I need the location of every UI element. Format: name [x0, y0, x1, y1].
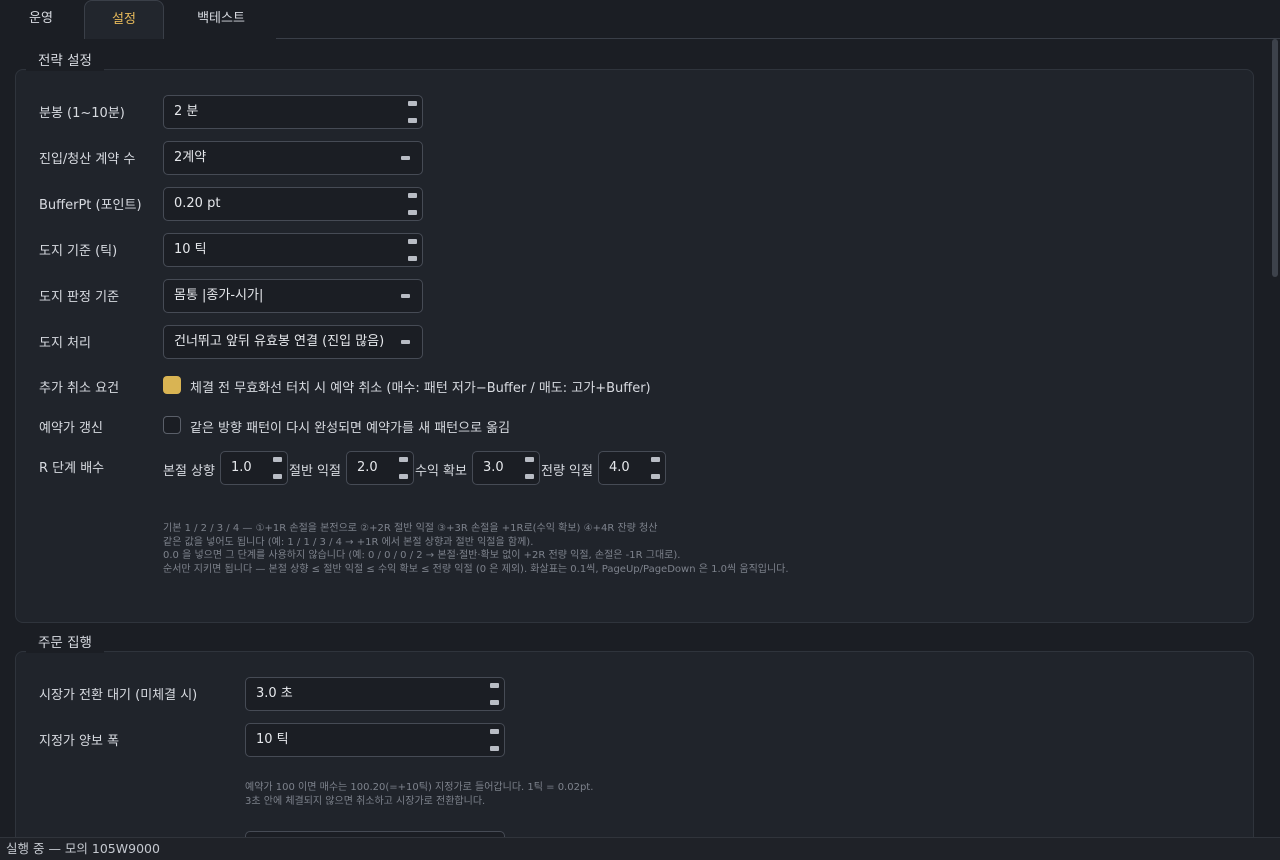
step-up-icon[interactable]	[651, 457, 660, 462]
buffer-stepper[interactable]	[406, 191, 418, 217]
cancel-checkbox-text[interactable]: 체결 전 무효화선 터치 시 예약 취소 (매수: 패턴 저가−Buffer /…	[190, 377, 651, 396]
r-step-value: 1.0	[231, 460, 252, 475]
r-step-value: 2.0	[357, 460, 378, 475]
limit-offset-label: 지정가 양보 폭	[39, 734, 120, 749]
doji-basis-dropdown[interactable]: 몸통 |종가-시가|	[163, 279, 423, 313]
r-steps-hint-line: 같은 값을 넣어도 됩니다 (예: 1 / 1 / 3 / 4 → +1R 에서…	[163, 536, 534, 548]
step-down-icon[interactable]	[408, 118, 417, 123]
doji-handling-dropdown[interactable]: 건너뛰고 앞뒤 유효봉 연결 (진입 많음)	[163, 325, 423, 359]
step-down-icon[interactable]	[408, 210, 417, 215]
step-up-icon[interactable]	[490, 729, 499, 734]
r-step-value: 3.0	[483, 460, 504, 475]
r-step-name: 절반 익절	[289, 464, 341, 479]
refresh-checkbox-text[interactable]: 같은 방향 패턴이 다시 완성되면 예약가를 새 패턴으로 옮김	[190, 417, 510, 436]
r-steps-hint-line: 0.0 을 넣으면 그 단계를 사용하지 않습니다 (예: 0 / 0 / 0 …	[163, 550, 681, 562]
r-step-name: 전량 익절	[541, 464, 593, 479]
r-step-secure-spinbox[interactable]: 3.0	[472, 451, 540, 485]
tab-settings[interactable]: 설정	[84, 0, 164, 39]
step-down-icon[interactable]	[399, 474, 408, 479]
step-up-icon[interactable]	[408, 239, 417, 244]
market-wait-label: 시장가 전환 대기 (미체결 시)	[39, 688, 198, 703]
dropdown-arrow-icon	[401, 294, 410, 298]
tab-bar: 운영 설정 백테스트	[0, 0, 1280, 39]
order-group-title: 주문 집행	[26, 633, 104, 653]
step-down-icon[interactable]	[651, 474, 660, 479]
order-group	[15, 651, 1254, 837]
step-up-icon[interactable]	[525, 457, 534, 462]
r-step-stepper[interactable]	[397, 455, 409, 481]
doji-handling-label: 도지 처리	[39, 336, 91, 351]
strategy-group-title: 전략 설정	[26, 51, 104, 71]
r-steps-hint-line: 순서만 지키면 됩니다 — 본절 상향 ≤ 절반 익절 ≤ 수익 확보 ≤ 전량…	[163, 563, 789, 575]
r-step-name: 수익 확보	[415, 464, 467, 479]
cancel-label: 추가 취소 요건	[39, 381, 120, 396]
r-steps-hint-line: 기본 1 / 2 / 3 / 4 — ①+1R 손절을 본전으로 ②+2R 절반…	[163, 523, 658, 534]
tab-backtest[interactable]: 백테스트	[166, 0, 276, 38]
step-up-icon[interactable]	[399, 457, 408, 462]
dropdown-arrow-icon	[401, 156, 410, 160]
cancel-checkbox[interactable]	[163, 376, 181, 394]
settings-content: 전략 설정 분봉 (1~10분) 2 분 진입/청산 계약 수 2계약 Buff…	[0, 39, 1270, 837]
doji-basis-value: 몸통 |종가-시가|	[174, 288, 264, 303]
r-step-stepper[interactable]	[649, 455, 661, 481]
vertical-scrollbar[interactable]	[1270, 39, 1280, 837]
bar-value: 2 분	[174, 104, 199, 119]
buffer-label: BufferPt (포인트)	[39, 198, 142, 213]
dropdown-arrow-icon	[401, 340, 410, 344]
limit-offset-value: 10 틱	[256, 732, 289, 747]
step-down-icon[interactable]	[408, 256, 417, 261]
buffer-spinbox[interactable]: 0.20 pt	[163, 187, 423, 221]
refresh-checkbox[interactable]	[163, 416, 181, 434]
r-step-name: 본절 상향	[163, 464, 215, 479]
limit-offset-spinbox[interactable]: 10 틱	[245, 723, 505, 757]
r-step-stepper[interactable]	[523, 455, 535, 481]
contracts-dropdown[interactable]: 2계약	[163, 141, 423, 175]
doji-ticks-value: 10 틱	[174, 242, 207, 257]
tab-operation[interactable]: 운영	[0, 0, 82, 38]
r-step-breakeven-spinbox[interactable]: 1.0	[220, 451, 288, 485]
r-step-value: 4.0	[609, 460, 630, 475]
step-down-icon[interactable]	[490, 746, 499, 751]
limit-offset-stepper[interactable]	[488, 727, 500, 753]
status-text: 실행 중 — 모의 105W9000	[6, 841, 160, 856]
r-step-stepper[interactable]	[271, 455, 283, 481]
market-wait-spinbox[interactable]: 3.0 초	[245, 677, 505, 711]
bar-label: 분봉 (1~10분)	[39, 106, 125, 121]
step-up-icon[interactable]	[408, 101, 417, 106]
r-step-half-spinbox[interactable]: 2.0	[346, 451, 414, 485]
status-bar: 실행 중 — 모의 105W9000	[0, 837, 1280, 860]
bar-spinbox[interactable]: 2 분	[163, 95, 423, 129]
market-wait-stepper[interactable]	[488, 681, 500, 707]
bar-stepper[interactable]	[406, 99, 418, 125]
r-step-full-spinbox[interactable]: 4.0	[598, 451, 666, 485]
step-down-icon[interactable]	[525, 474, 534, 479]
refresh-label: 예약가 갱신	[39, 421, 103, 436]
step-down-icon[interactable]	[490, 700, 499, 705]
buffer-value: 0.20 pt	[174, 196, 221, 211]
contracts-label: 진입/청산 계약 수	[39, 152, 136, 167]
market-wait-value: 3.0 초	[256, 686, 293, 701]
step-up-icon[interactable]	[490, 683, 499, 688]
doji-ticks-spinbox[interactable]: 10 틱	[163, 233, 423, 267]
step-up-icon[interactable]	[273, 457, 282, 462]
scrollbar-thumb[interactable]	[1272, 39, 1278, 277]
order-hint-line: 3초 안에 체결되지 않으면 취소하고 시장가로 전환합니다.	[245, 795, 486, 807]
doji-ticks-label: 도지 기준 (틱)	[39, 244, 118, 259]
r-steps-label: R 단계 배수	[39, 461, 105, 476]
doji-ticks-stepper[interactable]	[406, 237, 418, 263]
doji-handling-value: 건너뛰고 앞뒤 유효봉 연결 (진입 많음)	[174, 334, 385, 349]
contracts-value: 2계약	[174, 150, 207, 165]
order-hint-line: 예약가 100 이면 매수는 100.20(=+10틱) 지정가로 들어갑니다.…	[245, 782, 594, 793]
step-up-icon[interactable]	[408, 193, 417, 198]
doji-basis-label: 도지 판정 기준	[39, 290, 120, 305]
step-down-icon[interactable]	[273, 474, 282, 479]
